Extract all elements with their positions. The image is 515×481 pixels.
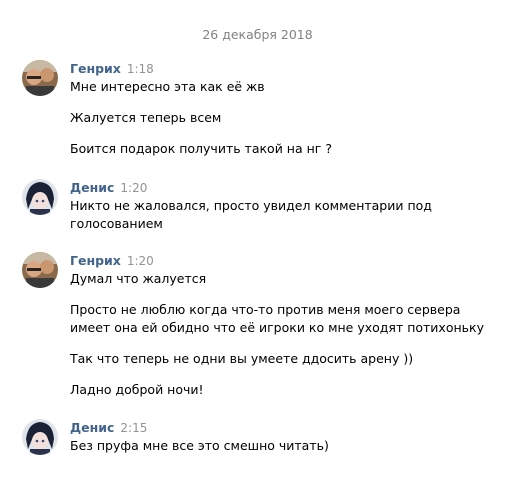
avatar-anime-icon [22,179,58,215]
message-time[interactable]: 2:15 [120,421,147,435]
message-text: Никто не жаловался, просто увидел коммен… [70,198,432,213]
message-text: имеет она ей обидно что её игроки ко мне… [70,320,484,335]
message-text: Думал что жалуется [70,271,207,286]
author-name[interactable]: Генрих [70,253,121,268]
author-name[interactable]: Денис [70,420,114,435]
chat-history: 26 декабря 2018 Генрих 1:18 Мне интересно… [0,0,515,481]
avatar-photo-icon [22,60,58,96]
avatar[interactable] [22,60,58,96]
message-text: Мне интересно эта как её жв [70,79,265,94]
message-time[interactable]: 1:18 [127,62,154,76]
message-text: Так что теперь не одни вы умеете ддосить… [70,351,414,366]
message-text: Ладно доброй ночи! [70,382,204,397]
message-text: Боится подарок получить такой на нг ? [70,141,332,156]
date-separator: 26 декабря 2018 [202,27,313,42]
message-text: голосованием [70,216,163,231]
avatar-photo-icon [22,252,58,288]
avatar[interactable] [22,252,58,288]
avatar[interactable] [22,419,58,455]
message-time[interactable]: 1:20 [120,181,147,195]
author-name[interactable]: Денис [70,180,114,195]
avatar-anime-icon [22,419,58,455]
message-text: Просто не люблю когда что-то против меня… [70,302,461,317]
message-text: Жалуется теперь всем [70,110,222,125]
message-time[interactable]: 1:20 [127,254,154,268]
message-text: Без пруфа мне все это смешно читать) [70,438,329,453]
author-name[interactable]: Генрих [70,61,121,76]
avatar[interactable] [22,179,58,215]
